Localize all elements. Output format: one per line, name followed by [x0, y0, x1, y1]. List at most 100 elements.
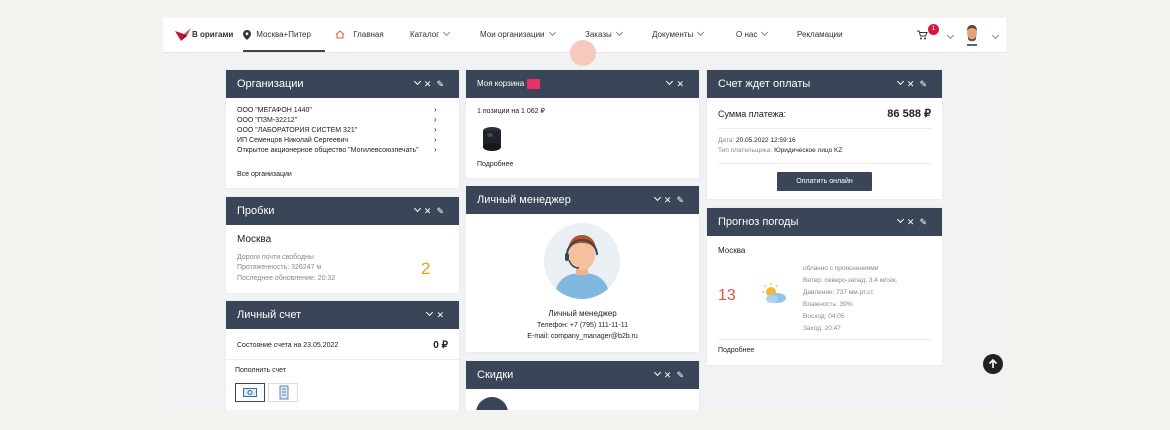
chevron-down-icon: [697, 28, 705, 37]
weather-sunrise: Восход: 04:05: [803, 313, 845, 320]
user-avatar: [967, 25, 977, 46]
weather-condition: облачно с прояснениями: [803, 265, 879, 272]
widget-controls: ✕: [666, 70, 689, 98]
widget-title: Организации: [237, 78, 304, 90]
logo-text: В оригами: [192, 30, 234, 39]
payment-sum-label: Сумма платежа:: [718, 109, 787, 119]
crane-logo-icon: [175, 28, 191, 41]
chevron-down-icon: [946, 31, 955, 40]
cart-button[interactable]: 1: [915, 18, 955, 52]
org-item[interactable]: Открытое акционерное общество "Могилевсо…: [237, 147, 419, 154]
nav-about[interactable]: О нас: [736, 18, 769, 52]
traffic-city: Москва: [237, 234, 272, 245]
close-icon[interactable]: ✕: [676, 79, 689, 89]
chevron-right-icon[interactable]: ›: [434, 115, 437, 125]
close-icon[interactable]: ✕: [664, 195, 677, 205]
widget-header: Моя корзина ✕: [466, 70, 699, 98]
chevron-right-icon[interactable]: ›: [434, 135, 437, 145]
org-item[interactable]: ООО "ПЗМ-32212": [237, 117, 297, 124]
location-pin-icon: [243, 29, 251, 40]
cart-more-link[interactable]: Подробнее: [477, 161, 513, 168]
close-icon[interactable]: ✕: [424, 79, 437, 89]
close-icon[interactable]: ✕: [907, 79, 920, 89]
collapse-icon[interactable]: [413, 204, 421, 213]
weather-more-link[interactable]: Подробнее: [718, 347, 754, 354]
scroll-indicator: [570, 40, 596, 66]
widget-header: Личный менеджер ✕✎: [466, 186, 699, 214]
chevron-right-icon[interactable]: ›: [434, 105, 437, 115]
close-icon[interactable]: ✕: [664, 370, 677, 380]
banknote-icon: [243, 388, 257, 397]
widget-header: Личный счет ✕: [226, 301, 459, 329]
traffic-status: Дороги почти свободны: [237, 254, 314, 261]
org-item[interactable]: ООО "ЛАБОРАТОРИЯ СИСТЕМ 321": [237, 127, 357, 134]
collapse-icon[interactable]: [896, 77, 904, 86]
nav-catalog[interactable]: Каталог: [410, 18, 451, 52]
personal-manager-widget: Личный менеджер ✕✎ Личный менеджер Телеф…: [466, 186, 699, 352]
topup-invoice-button[interactable]: [268, 383, 298, 402]
nav-my-organizations[interactable]: Мои организации: [480, 18, 556, 52]
home-icon: [335, 30, 345, 39]
account-amount: 0 ₽: [433, 340, 448, 351]
all-organizations-link[interactable]: Все организации: [237, 171, 292, 178]
invoice-widget: Счет ждет оплаты ✕✎ Сумма платежа: 86 58…: [707, 70, 942, 199]
edit-icon[interactable]: ✎: [919, 79, 932, 89]
close-icon[interactable]: ✕: [907, 217, 920, 227]
nav-orders-label: Заказы: [585, 30, 612, 39]
widget-title: Личный менеджер: [477, 194, 571, 206]
manager-name: Личный менеджер: [548, 309, 617, 318]
widget-controls: ✕✎: [413, 197, 449, 225]
invoice-payer-label: Тип плательщика:: [718, 147, 773, 154]
nav-complaints[interactable]: Рекламации: [797, 18, 843, 52]
collapse-icon[interactable]: [653, 193, 661, 202]
invoice-payer-type: Тип плательщика: Юридическое лицо KZ: [718, 147, 842, 154]
widget-header: Скидки ✕✎: [466, 361, 699, 389]
org-item[interactable]: ИП Семенцов Николай Сергеевич: [237, 137, 348, 144]
widget-controls: ✕✎: [653, 361, 689, 389]
close-icon[interactable]: ✕: [436, 310, 449, 320]
close-icon[interactable]: ✕: [424, 206, 437, 216]
collapse-icon[interactable]: [413, 77, 421, 86]
chevron-right-icon[interactable]: ›: [434, 125, 437, 135]
manager-email[interactable]: E-mail: company_manager@b2b.ru: [466, 333, 699, 340]
scroll-to-top-button[interactable]: [983, 354, 1003, 374]
widget-controls: ✕✎: [896, 208, 932, 236]
edit-icon[interactable]: ✎: [676, 370, 689, 380]
cart-product-image[interactable]: [479, 125, 505, 155]
cart-count-badge: 1: [928, 24, 939, 35]
user-menu[interactable]: [964, 18, 1000, 52]
edit-icon[interactable]: ✎: [919, 217, 932, 227]
discounts-widget: Скидки ✕✎: [466, 361, 699, 410]
org-item[interactable]: ООО "МЕГАФОН 1440": [237, 107, 312, 114]
chevron-down-icon: [443, 28, 451, 37]
nav-documents[interactable]: Документы: [652, 18, 705, 52]
edit-icon[interactable]: ✎: [436, 79, 449, 89]
edit-icon[interactable]: ✎: [436, 206, 449, 216]
widget-title: Скидки: [477, 369, 514, 381]
collapse-icon[interactable]: [666, 77, 674, 86]
traffic-level: 2: [421, 259, 431, 278]
cart-count-marker: [527, 78, 541, 89]
widget-header: Прогноз погоды ✕✎: [707, 208, 942, 236]
widget-title: Прогноз погоды: [718, 216, 799, 228]
nav-complaints-label: Рекламации: [797, 30, 843, 39]
collapse-icon[interactable]: [426, 308, 434, 317]
edit-icon[interactable]: ✎: [676, 195, 689, 205]
divider: [718, 339, 931, 340]
manager-avatar: [544, 223, 620, 299]
collapse-icon[interactable]: [653, 368, 661, 377]
chevron-right-icon[interactable]: ›: [434, 145, 437, 155]
weather-sunset: Заход: 20:47: [803, 325, 841, 332]
collapse-icon[interactable]: [896, 215, 904, 224]
nav-home[interactable]: Главная: [335, 18, 384, 52]
widget-header: Пробки ✕✎: [226, 197, 459, 225]
topup-card-button[interactable]: [235, 383, 265, 402]
location-selector[interactable]: Москва+Питер: [243, 18, 325, 52]
widget-controls: ✕: [426, 301, 449, 329]
product-thumbnail: [483, 127, 501, 151]
weather-humidity: Влажность: 39%: [803, 301, 853, 308]
manager-avatar-illustration: [544, 223, 620, 299]
pay-online-button[interactable]: Оплатить онлайн: [777, 172, 872, 191]
divider: [226, 359, 459, 360]
manager-phone[interactable]: Телефон: +7 (795) 111-11-11: [466, 322, 699, 329]
